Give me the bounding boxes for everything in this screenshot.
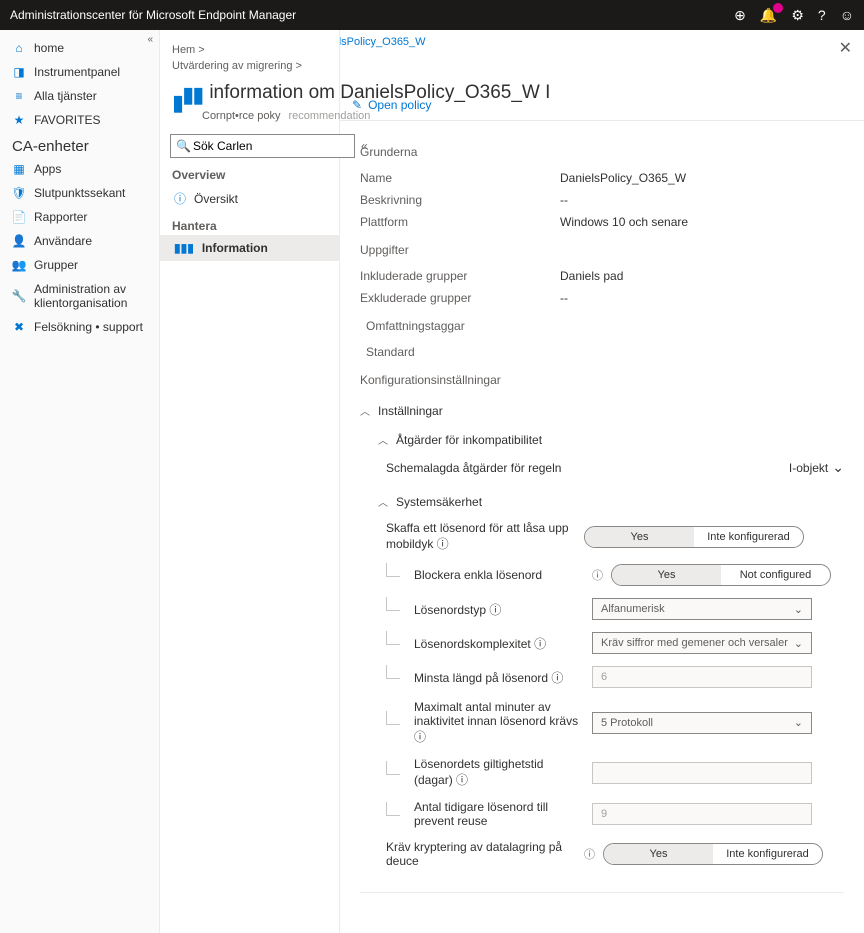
page-header: ▮▮▮ information om DanielsPolicy_O365_W …: [160, 78, 339, 110]
topbar-icons: ⊕ 🔔 ⚙ ? ☺: [734, 7, 854, 24]
notifications-icon[interactable]: 🔔: [760, 7, 777, 24]
row-block-simple: Blockera enkla lösenordⓘ YesNot configur…: [360, 558, 844, 592]
support-icon: ✖: [12, 320, 26, 334]
blade-content: Grunderna NameDanielsPolicy_O365_W Beskr…: [340, 121, 864, 927]
subnav-manage-header: Hantera: [160, 213, 339, 235]
row-complexity: Lösenordskomplexitet ⓘ Kräv siffror med …: [360, 626, 844, 660]
chevron-up-icon: ︿: [378, 432, 388, 447]
topbar: Administrationscenter för Microsoft Endp…: [0, 0, 864, 30]
policy-name: DanielsPolicy_O365_W: [560, 171, 686, 185]
home-icon: ⌂: [12, 41, 26, 55]
global-sidebar: « ⌂home ◨Instrumentpanel ≡Alla tjänster …: [0, 30, 160, 933]
toggle-block-simple[interactable]: YesNot configured: [611, 564, 831, 586]
subnav-search: 🔍 «: [160, 130, 339, 162]
group-icon: 👥: [12, 258, 26, 272]
dropdown-complexity[interactable]: Kräv siffror med gemener och versaler⌄: [592, 632, 812, 654]
config-header: Konfigurationsinställningar: [360, 373, 844, 387]
nav-dashboard[interactable]: ◨Instrumentpanel: [0, 60, 159, 84]
open-policy-link[interactable]: ✎Open policy: [352, 98, 852, 112]
basics-header: Grunderna: [360, 145, 844, 159]
nav-troubleshoot[interactable]: ✖Felsökning • support: [0, 315, 159, 339]
search-icon: 🔍: [176, 139, 191, 153]
blade-toolbar: ✎Open policy: [340, 90, 864, 121]
app-title: Administrationscenter för Microsoft Endp…: [10, 8, 734, 22]
apps-icon: ▦: [12, 162, 26, 176]
row-min-length: Minsta längd på lösenord ⓘ 6: [360, 660, 844, 694]
main-blade: DanielsPolicy_O365_W ✕ ✎Open policy Grun…: [340, 30, 864, 933]
chevron-down-icon: ⌄: [794, 637, 803, 650]
info-icon[interactable]: ⓘ: [584, 846, 595, 862]
nav-groups[interactable]: 👥Grupper: [0, 253, 159, 277]
assignments-header: Uppgifter: [360, 243, 844, 257]
dropdown-inactivity[interactable]: 5 Protokoll⌄: [592, 712, 812, 734]
dropdown-password-type[interactable]: Alfanumerisk⌄: [592, 598, 812, 620]
breadcrumbs: Hem > Utvärdering av migrering >: [160, 38, 339, 78]
nav-favorites[interactable]: ★FAVORITES: [0, 108, 159, 132]
user-icon: 👤: [12, 234, 26, 248]
settings-icon[interactable]: ⚙: [791, 7, 804, 24]
list-icon: ≡: [12, 89, 26, 103]
chevron-up-icon: ︿: [360, 403, 370, 418]
sidebar-section-devices: CA-enheter: [0, 132, 159, 157]
search-input[interactable]: [170, 134, 355, 158]
row-require-password: Skaffa ett lösenord för att låsa upp mob…: [360, 515, 844, 558]
open-icon: ✎: [352, 98, 362, 112]
schedule-dropdown[interactable]: I-objekt⌄: [789, 459, 844, 476]
breadcrumb-policy[interactable]: DanielsPolicy_O365_W: [340, 36, 426, 48]
chevron-up-icon: ︿: [378, 494, 388, 509]
breadcrumb-migration[interactable]: Utvärdering av migrering >: [172, 60, 302, 72]
chevron-down-icon: ⌄: [832, 459, 844, 476]
help-icon[interactable]: ?: [818, 7, 826, 23]
row-history: Antal tidigare lösenord till prevent reu…: [360, 794, 844, 834]
subnav-information[interactable]: ▮▮▮Information: [160, 235, 339, 261]
dashboard-icon: ◨: [12, 65, 26, 79]
info-icon: ⓘ: [174, 190, 186, 207]
breadcrumb-home[interactable]: Hem >: [172, 44, 205, 56]
subnav-overview[interactable]: ⓘÖversikt: [160, 184, 339, 213]
shield-icon: 🛡: [12, 186, 26, 200]
nav-all-services[interactable]: ≡Alla tjänster: [0, 84, 159, 108]
nav-endpoint[interactable]: 🛡Slutpunktssekant: [0, 181, 159, 205]
close-icon[interactable]: ✕: [839, 38, 852, 58]
toggle-encryption[interactable]: YesInte konfigurerad: [603, 843, 823, 865]
nav-apps[interactable]: ▦Apps: [0, 157, 159, 181]
subnav-overview-header: Overview: [160, 162, 339, 184]
page-subtitle: Cornpt•rce pokyrecommendation: [160, 110, 339, 130]
input-expiry[interactable]: [592, 762, 812, 784]
blade-subnav: Hem > Utvärdering av migrering > ▮▮▮ inf…: [160, 30, 340, 933]
schedule-row: Schemalagda åtgärder för regeln I-objekt…: [360, 453, 844, 486]
syssec-expander[interactable]: ︿Systemsäkerhet: [360, 486, 844, 515]
input-min-length[interactable]: 6: [592, 666, 812, 688]
chevron-down-icon: ⌄: [794, 603, 803, 616]
nav-home[interactable]: ⌂home: [0, 36, 159, 60]
settings-expander[interactable]: ︿Inställningar: [360, 395, 844, 424]
info-icon[interactable]: ⓘ: [592, 567, 603, 583]
toggle-require-password[interactable]: YesInte konfigurerad: [584, 526, 804, 548]
nav-users[interactable]: 👤Användare: [0, 229, 159, 253]
nav-tenant[interactable]: 🔧Administration av klientorganisation: [0, 277, 159, 315]
row-inactivity: Maximalt antal minuter av inaktivitet in…: [360, 694, 844, 751]
bars-icon: ▮▮▮: [174, 241, 194, 255]
promo-icon[interactable]: ⊕: [734, 7, 746, 24]
feedback-icon[interactable]: ☺: [840, 7, 854, 23]
actions-expander[interactable]: ︿Åtgärder för inkompatibilitet: [360, 424, 844, 453]
row-expiry: Lösenordets giltighetstid (dagar) ⓘ: [360, 751, 844, 794]
reports-icon: 📄: [12, 210, 26, 224]
star-icon: ★: [12, 113, 26, 127]
scope-header: Omfattningstaggar: [366, 319, 844, 333]
row-encryption: Kräv kryptering av datalagring på deuceⓘ…: [360, 834, 844, 874]
nav-reports[interactable]: 📄Rapporter: [0, 205, 159, 229]
input-history[interactable]: 9: [592, 803, 812, 825]
row-password-type: Lösenordstyp ⓘ Alfanumerisk⌄: [360, 592, 844, 626]
sidebar-collapse-icon[interactable]: «: [147, 34, 153, 45]
wrench-icon: 🔧: [12, 289, 26, 303]
policy-icon: ▮▮▮: [172, 82, 201, 108]
chevron-down-icon: ⌄: [794, 716, 803, 729]
